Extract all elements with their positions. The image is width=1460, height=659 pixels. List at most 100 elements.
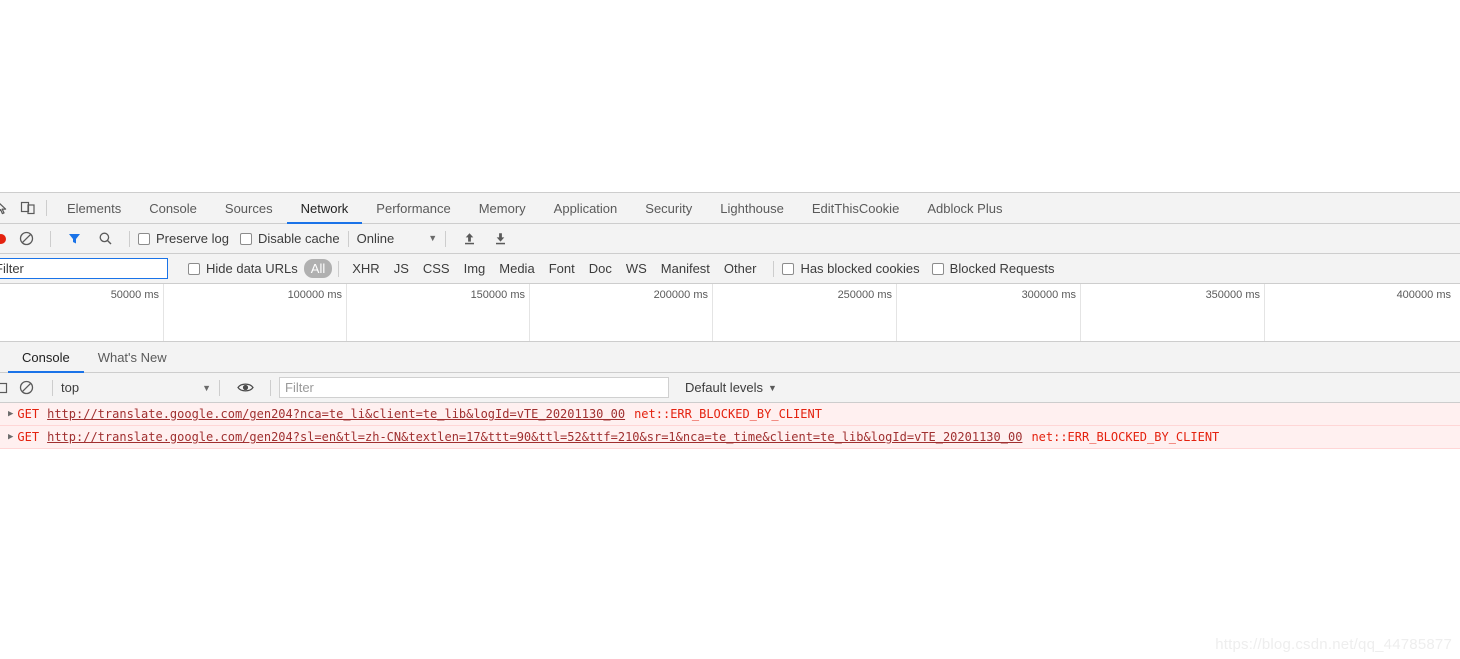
type-chip-js[interactable]: JS xyxy=(387,259,416,278)
toolbar-divider xyxy=(52,379,53,396)
console-log-levels-select[interactable]: Default levels ▼ xyxy=(685,380,777,395)
console-message-row[interactable]: ▶ GET http://translate.google.com/gen204… xyxy=(0,403,1460,426)
timeline-tick-label: 400000 ms xyxy=(1396,289,1451,301)
toolbar-divider xyxy=(445,230,447,247)
tab-label: Sources xyxy=(224,200,273,216)
drawer-tab-whats-new[interactable]: What's New xyxy=(84,342,181,372)
type-chip-media[interactable]: Media xyxy=(492,259,541,278)
network-filter-row: Hide data URLs All XHR JS CSS Img Media … xyxy=(0,254,1460,284)
inspect-element-icon[interactable] xyxy=(0,193,14,223)
search-icon[interactable] xyxy=(89,224,121,253)
chip-label: Font xyxy=(548,261,575,276)
tab-memory[interactable]: Memory xyxy=(465,193,540,223)
console-context-select[interactable]: top ▼ xyxy=(61,380,211,395)
devtools-panel: Elements Console Sources Network Perform… xyxy=(0,192,1460,659)
checkbox-box[interactable] xyxy=(239,232,252,245)
device-toolbar-icon[interactable] xyxy=(14,193,42,223)
chevron-down-icon: ▼ xyxy=(202,382,211,393)
chip-label: WS xyxy=(625,261,647,276)
chip-label: XHR xyxy=(352,261,380,276)
toolbar-divider xyxy=(773,260,775,277)
console-filter-input[interactable] xyxy=(279,377,669,398)
type-chip-ws[interactable]: WS xyxy=(619,259,654,278)
type-chip-doc[interactable]: Doc xyxy=(582,259,619,278)
tab-lighthouse[interactable]: Lighthouse xyxy=(706,193,798,223)
type-chip-font[interactable]: Font xyxy=(542,259,582,278)
preserve-log-checkbox[interactable]: Preserve log xyxy=(138,231,229,246)
tab-sources[interactable]: Sources xyxy=(211,193,287,223)
type-chip-img[interactable]: Img xyxy=(457,259,493,278)
toolbar-divider xyxy=(347,230,349,247)
timeline-cell: 350000 ms xyxy=(1081,284,1265,341)
checkbox-box[interactable] xyxy=(782,262,795,275)
chip-label: Media xyxy=(499,261,535,276)
tab-label: Performance xyxy=(376,200,451,216)
clear-icon[interactable] xyxy=(10,224,42,253)
type-chip-xhr[interactable]: XHR xyxy=(345,259,386,278)
tab-performance[interactable]: Performance xyxy=(362,193,464,223)
record-button-icon[interactable] xyxy=(0,224,10,253)
tab-editthiscookie[interactable]: EditThisCookie xyxy=(798,193,913,223)
timeline-cell: 50000 ms xyxy=(0,284,164,341)
expand-triangle-icon[interactable]: ▶ xyxy=(8,409,13,419)
blocked-requests-checkbox[interactable]: Blocked Requests xyxy=(931,261,1055,276)
timeline-cell: 400000 ms xyxy=(1265,284,1455,341)
hide-data-urls-checkbox[interactable]: Hide data URLs xyxy=(188,261,298,276)
timeline-cell: 250000 ms xyxy=(713,284,897,341)
tab-label: Console xyxy=(22,349,70,365)
checkbox-box[interactable] xyxy=(931,262,944,275)
has-blocked-cookies-label: Has blocked cookies xyxy=(800,261,920,276)
network-overview-timeline[interactable]: 50000 ms 100000 ms 150000 ms 200000 ms 2… xyxy=(0,284,1460,342)
disable-cache-checkbox[interactable]: Disable cache xyxy=(239,231,340,246)
console-output-area[interactable] xyxy=(0,449,1460,646)
console-sidebar-eye-icon[interactable] xyxy=(228,373,262,402)
timeline-tick-label: 350000 ms xyxy=(1205,289,1260,301)
toolbar-divider xyxy=(129,230,130,247)
tab-network[interactable]: Network xyxy=(286,193,363,224)
console-sidebar-toggle-icon[interactable] xyxy=(0,373,8,402)
filter-icon[interactable] xyxy=(59,224,89,253)
tab-security[interactable]: Security xyxy=(631,193,706,223)
tab-label: EditThisCookie xyxy=(811,200,900,216)
expand-triangle-icon[interactable]: ▶ xyxy=(8,432,13,442)
disable-cache-label: Disable cache xyxy=(257,231,340,246)
tab-application[interactable]: Application xyxy=(540,193,632,223)
timeline-cell: 150000 ms xyxy=(347,284,530,341)
levels-label: Default levels xyxy=(685,380,764,395)
request-url[interactable]: http://translate.google.com/gen204?nca=t… xyxy=(47,407,625,421)
toolbar-divider xyxy=(219,379,220,396)
type-chip-all[interactable]: All xyxy=(303,259,333,278)
tab-label: Lighthouse xyxy=(720,200,784,216)
drawer-tabbar: Console What's New xyxy=(0,342,1460,373)
tab-adblock-plus[interactable]: Adblock Plus xyxy=(913,193,1016,223)
error-code: net::ERR_BLOCKED_BY_CLIENT xyxy=(1031,430,1220,444)
export-har-icon[interactable] xyxy=(484,224,516,253)
checkbox-box[interactable] xyxy=(188,262,200,275)
request-url[interactable]: http://translate.google.com/gen204?sl=en… xyxy=(47,430,1022,444)
tab-console[interactable]: Console xyxy=(135,193,211,223)
type-chip-manifest[interactable]: Manifest xyxy=(654,259,717,278)
timeline-tick-label: 150000 ms xyxy=(470,289,525,301)
tab-elements[interactable]: Elements xyxy=(53,193,135,223)
tab-label: Console xyxy=(149,200,197,216)
error-code: net::ERR_BLOCKED_BY_CLIENT xyxy=(634,407,822,421)
network-filter-input[interactable] xyxy=(0,258,168,279)
import-har-icon[interactable] xyxy=(454,224,484,253)
checkbox-box[interactable] xyxy=(138,232,150,245)
console-message-row[interactable]: ▶ GET http://translate.google.com/gen204… xyxy=(0,426,1460,449)
throttling-select[interactable]: Online ▼ xyxy=(357,231,438,246)
devtools-main-tabbar: Elements Console Sources Network Perform… xyxy=(0,193,1460,224)
chip-label: Doc xyxy=(588,261,612,276)
type-chip-other[interactable]: Other xyxy=(717,259,764,278)
request-method: GET xyxy=(17,430,40,444)
clear-console-icon[interactable] xyxy=(8,373,44,402)
timeline-cell: 300000 ms xyxy=(897,284,1081,341)
drawer-tab-console[interactable]: Console xyxy=(8,342,84,373)
console-drawer: Console What's New top ▼ Filter Default … xyxy=(0,342,1460,646)
page-content-area xyxy=(0,0,1460,192)
type-chip-css[interactable]: CSS xyxy=(416,259,457,278)
timeline-cell: 100000 ms xyxy=(164,284,347,341)
chip-label: Other xyxy=(723,261,757,276)
blocked-requests-label: Blocked Requests xyxy=(949,261,1055,276)
has-blocked-cookies-checkbox[interactable]: Has blocked cookies xyxy=(782,261,920,276)
